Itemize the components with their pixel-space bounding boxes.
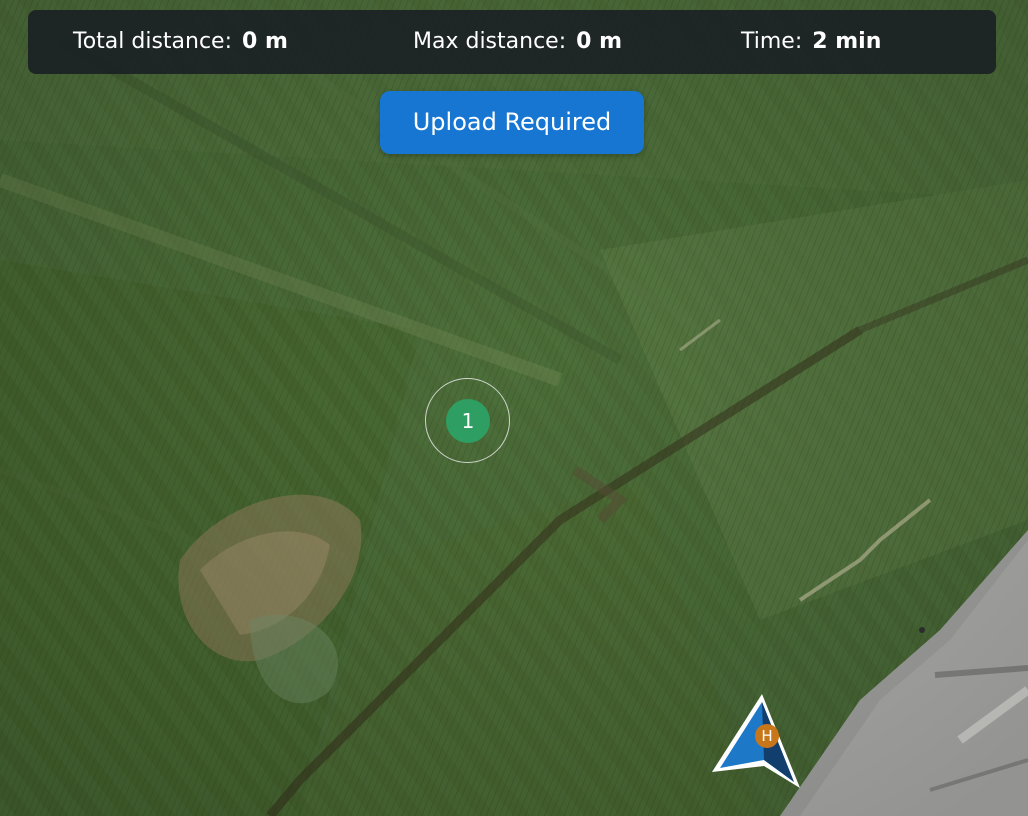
- max-distance-label: Max distance:: [413, 29, 567, 54]
- time-stat: Time: 2 min: [741, 10, 881, 74]
- home-aircraft-marker[interactable]: H: [706, 690, 806, 794]
- time-label: Time:: [741, 29, 803, 54]
- total-distance-label: Total distance:: [73, 29, 233, 54]
- waypoint-marker[interactable]: 1: [425, 378, 511, 464]
- home-point-badge: H: [755, 724, 779, 748]
- total-distance-value: 0 m: [242, 29, 288, 54]
- upload-required-button[interactable]: Upload Required: [380, 91, 644, 154]
- max-distance-value: 0 m: [576, 29, 622, 54]
- time-value: 2 min: [812, 29, 882, 54]
- map-view[interactable]: Total distance: 0 m Max distance: 0 m Time…: [0, 0, 1028, 816]
- mission-stats-bar: Total distance: 0 m Max distance: 0 m Time…: [28, 10, 996, 74]
- total-distance-stat: Total distance: 0 m: [73, 10, 288, 74]
- max-distance-stat: Max distance: 0 m: [413, 10, 622, 74]
- waypoint-number-badge[interactable]: 1: [446, 399, 490, 443]
